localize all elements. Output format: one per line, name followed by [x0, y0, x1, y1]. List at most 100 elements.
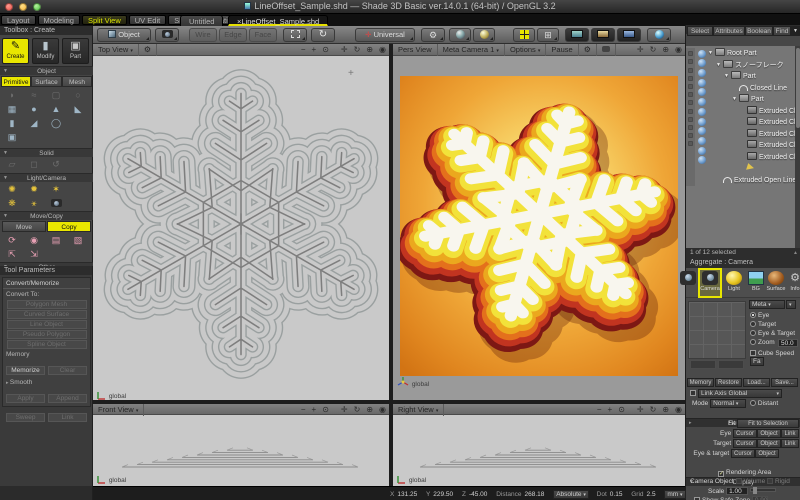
curve-tool-icon[interactable]: ≈ — [24, 89, 44, 101]
pause-button[interactable]: Pause — [546, 44, 578, 56]
rect-tool-icon[interactable]: ▢ — [46, 89, 66, 101]
tree-item[interactable]: ▼Root Part — [708, 48, 794, 60]
zoom-out-icon[interactable]: − — [298, 404, 309, 415]
viewport-splitter-horizontal[interactable] — [93, 400, 685, 404]
tab-primitive[interactable]: Primitive — [1, 76, 31, 87]
top-view-canvas-area[interactable]: + global — [93, 56, 389, 402]
zoom-in-icon[interactable]: + — [309, 44, 320, 55]
tree-item[interactable]: ▼Part — [708, 94, 794, 106]
spot-light-icon[interactable]: ✹ — [24, 183, 44, 195]
memorize-button[interactable]: Memorize — [6, 366, 45, 375]
zoom-region-icon[interactable]: ⊕ — [363, 404, 376, 415]
solid-subtract-icon[interactable]: ◻ — [24, 158, 44, 170]
zoom-region-icon[interactable]: ⊕ — [363, 44, 376, 55]
eye-link-button[interactable]: Link — [781, 429, 799, 438]
four-view-layout-button[interactable] — [513, 28, 535, 42]
display-shaded-button[interactable] — [591, 28, 615, 42]
comment-icon[interactable] — [597, 44, 616, 56]
pan-view-icon[interactable]: ✛ — [634, 44, 647, 55]
scale-slider[interactable] — [750, 488, 776, 492]
part-mode-button[interactable]: ▣Part — [62, 38, 89, 64]
tool-parameters-header[interactable]: Tool Parameters — [0, 266, 92, 275]
scale-field[interactable]: 1.00 — [726, 487, 748, 495]
mode-dropdown[interactable]: Normal ▾ — [710, 399, 746, 408]
edge-mode-button[interactable]: Edge — [219, 28, 247, 42]
browser-tab-select[interactable]: Select — [687, 26, 713, 36]
camera-create-icon[interactable] — [46, 197, 66, 209]
zoom-out-icon[interactable]: − — [298, 44, 309, 55]
eyetarget-cursor-button[interactable]: Cursor — [731, 449, 755, 458]
circle-tool-icon[interactable]: ○ — [68, 89, 88, 101]
pan-view-icon[interactable]: ✛ — [338, 44, 351, 55]
visibility-toggle[interactable] — [698, 156, 706, 164]
solid-section-header[interactable]: ▼Solid — [0, 148, 93, 157]
cube-primitive-icon[interactable]: ▦ — [2, 103, 22, 115]
target-link-button[interactable]: Link — [781, 439, 799, 448]
convert-line-object-button[interactable]: Line Object — [7, 320, 87, 329]
visibility-toggle[interactable] — [698, 98, 706, 106]
rendering-area-row[interactable]: ✓Rendering Area — [686, 469, 800, 478]
browser-tab-attributes[interactable]: Attributes — [713, 26, 745, 36]
safe-zone-field[interactable]: 0.90 — [752, 496, 768, 500]
cube-speed-dropdown[interactable]: Fa — [750, 357, 764, 366]
camera-selector[interactable]: Meta Camera 1 ▾ — [438, 44, 505, 56]
rotate-select-button[interactable]: ↻ — [311, 28, 335, 42]
point-light-icon[interactable]: ✺ — [2, 183, 22, 195]
tab-mesh[interactable]: Mesh — [62, 76, 92, 87]
zoom-in-icon[interactable]: + — [309, 404, 320, 415]
tree-item[interactable]: Extruded Closed — [708, 140, 794, 152]
object-section-header[interactable]: ▼Object — [0, 66, 93, 75]
tree-item[interactable]: ▼スノーフレーク — [708, 60, 794, 72]
thumb-button-1[interactable] — [690, 360, 716, 369]
tree-item[interactable]: Extruded Closed — [708, 152, 794, 164]
browser-tab-find[interactable]: Find — [773, 26, 791, 36]
tree-item[interactable]: ▼Part — [708, 71, 794, 83]
universal-manipulator-button[interactable]: ✛ Universal — [355, 28, 415, 42]
meta-dropdown[interactable]: Meta ▾ — [749, 300, 785, 309]
modify-mode-button[interactable]: ▮Modify — [32, 38, 59, 64]
target-object-button[interactable]: Object — [757, 439, 781, 448]
camera-path-thumbnail[interactable] — [688, 301, 746, 359]
visibility-toggle[interactable] — [698, 79, 706, 87]
visibility-toggle[interactable] — [698, 108, 706, 116]
clear-button[interactable]: Clear — [48, 366, 87, 375]
pers-view-canvas-area[interactable]: global — [393, 56, 685, 402]
face-mode-button[interactable]: Face — [249, 28, 277, 42]
display-textured-button[interactable] — [617, 28, 641, 42]
visibility-toggle[interactable] — [698, 59, 706, 67]
wire-mode-button[interactable]: Wire — [189, 28, 217, 42]
front-view-canvas-area[interactable]: global — [93, 415, 389, 486]
linear-light-icon[interactable]: ⚹ — [24, 197, 44, 209]
grid-toggle-button[interactable]: ⊞ — [537, 28, 559, 42]
eyetarget-object-button[interactable]: Object — [755, 449, 779, 458]
load-button[interactable]: Load... — [743, 378, 770, 387]
rotate-tool-icon[interactable]: ◉ — [24, 234, 44, 246]
aggregate-header[interactable]: Aggregate : Camera — [686, 258, 800, 268]
scale-tool-icon[interactable]: ▤ — [46, 234, 66, 246]
zoom-out-icon[interactable]: − — [594, 404, 605, 415]
options-menu[interactable]: Options ▾ — [505, 44, 546, 56]
rotate-view-icon[interactable]: ↻ — [647, 44, 660, 55]
light-camera-section-header[interactable]: ▼Light/Camera — [0, 173, 93, 182]
tab-modeling[interactable]: Modeling — [38, 15, 80, 25]
translate-tool-icon[interactable]: ⟳ — [2, 234, 22, 246]
magnify-icon[interactable]: ⊙ — [319, 44, 332, 55]
visibility-toggle[interactable] — [698, 137, 706, 145]
radio-zoom[interactable]: Zoom — [750, 339, 775, 346]
top-view-title[interactable]: Top View ▾ — [93, 44, 139, 56]
expander-icon[interactable]: ▼ — [732, 94, 739, 106]
sphere-tool-button[interactable] — [449, 28, 471, 42]
tab-layout[interactable]: Layout — [1, 15, 36, 25]
aggregate-light-icon[interactable]: Light — [724, 270, 744, 296]
solid-union-icon[interactable]: ▱ — [2, 158, 22, 170]
save-button[interactable]: Save... — [771, 378, 798, 387]
display-wireframe-button[interactable] — [565, 28, 589, 42]
wedge-primitive-icon[interactable]: ◣ — [68, 103, 88, 115]
marquee-select-button[interactable] — [283, 28, 307, 42]
rounded-cube-primitive-icon[interactable]: ▣ — [2, 131, 22, 143]
tree-item[interactable]: Closed Line — [708, 83, 794, 95]
copy-button[interactable]: Copy — [47, 221, 91, 232]
right-view-canvas-area[interactable]: global — [393, 415, 685, 486]
solid-sweep-icon[interactable]: ↺ — [46, 158, 66, 170]
tree-item[interactable]: Extruded Closed — [708, 106, 794, 118]
